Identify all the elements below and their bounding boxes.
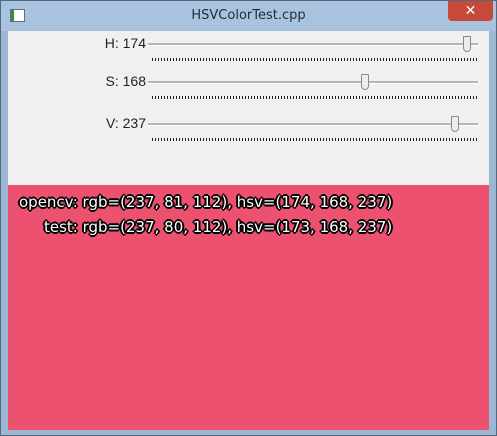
trackbar-h: H: 174 — [8, 31, 489, 71]
trackbar-s-track[interactable] — [148, 74, 478, 90]
color-display: opencv: rgb=(237, 81, 112), hsv=(174, 16… — [8, 185, 489, 430]
client-area: H: 174 S: 168 V: 237 opencv: rgb=(237, 8… — [8, 31, 489, 430]
trackbar-h-ticks — [152, 58, 478, 61]
trackbar-h-label: H: 174 — [104, 35, 146, 51]
trackbar-s: S: 168 — [8, 69, 489, 109]
test-result-text: test: rgb=(237, 80, 112), hsv=(173, 168,… — [44, 218, 393, 236]
trackbar-v-label: V: 237 — [106, 115, 146, 131]
trackbar-v-track[interactable] — [148, 116, 478, 132]
title-bar[interactable]: HSVColorTest.cpp ✕ — [1, 1, 496, 31]
trackbar-s-label: S: 168 — [105, 73, 146, 89]
window-title: HSVColorTest.cpp — [191, 8, 306, 23]
trackbar-s-ticks — [152, 96, 478, 99]
app-window: HSVColorTest.cpp ✕ H: 174 S: 168 V: 237 — [0, 0, 497, 436]
trackbar-v: V: 237 — [8, 111, 489, 151]
trackbar-h-thumb[interactable] — [463, 36, 471, 52]
trackbar-v-ticks — [152, 138, 478, 141]
close-button[interactable]: ✕ — [448, 1, 493, 21]
opencv-result-text: opencv: rgb=(237, 81, 112), hsv=(174, 16… — [19, 193, 393, 211]
trackbar-h-track[interactable] — [148, 36, 478, 52]
trackbar-s-thumb[interactable] — [361, 74, 370, 90]
trackbar-v-thumb[interactable] — [450, 116, 459, 132]
